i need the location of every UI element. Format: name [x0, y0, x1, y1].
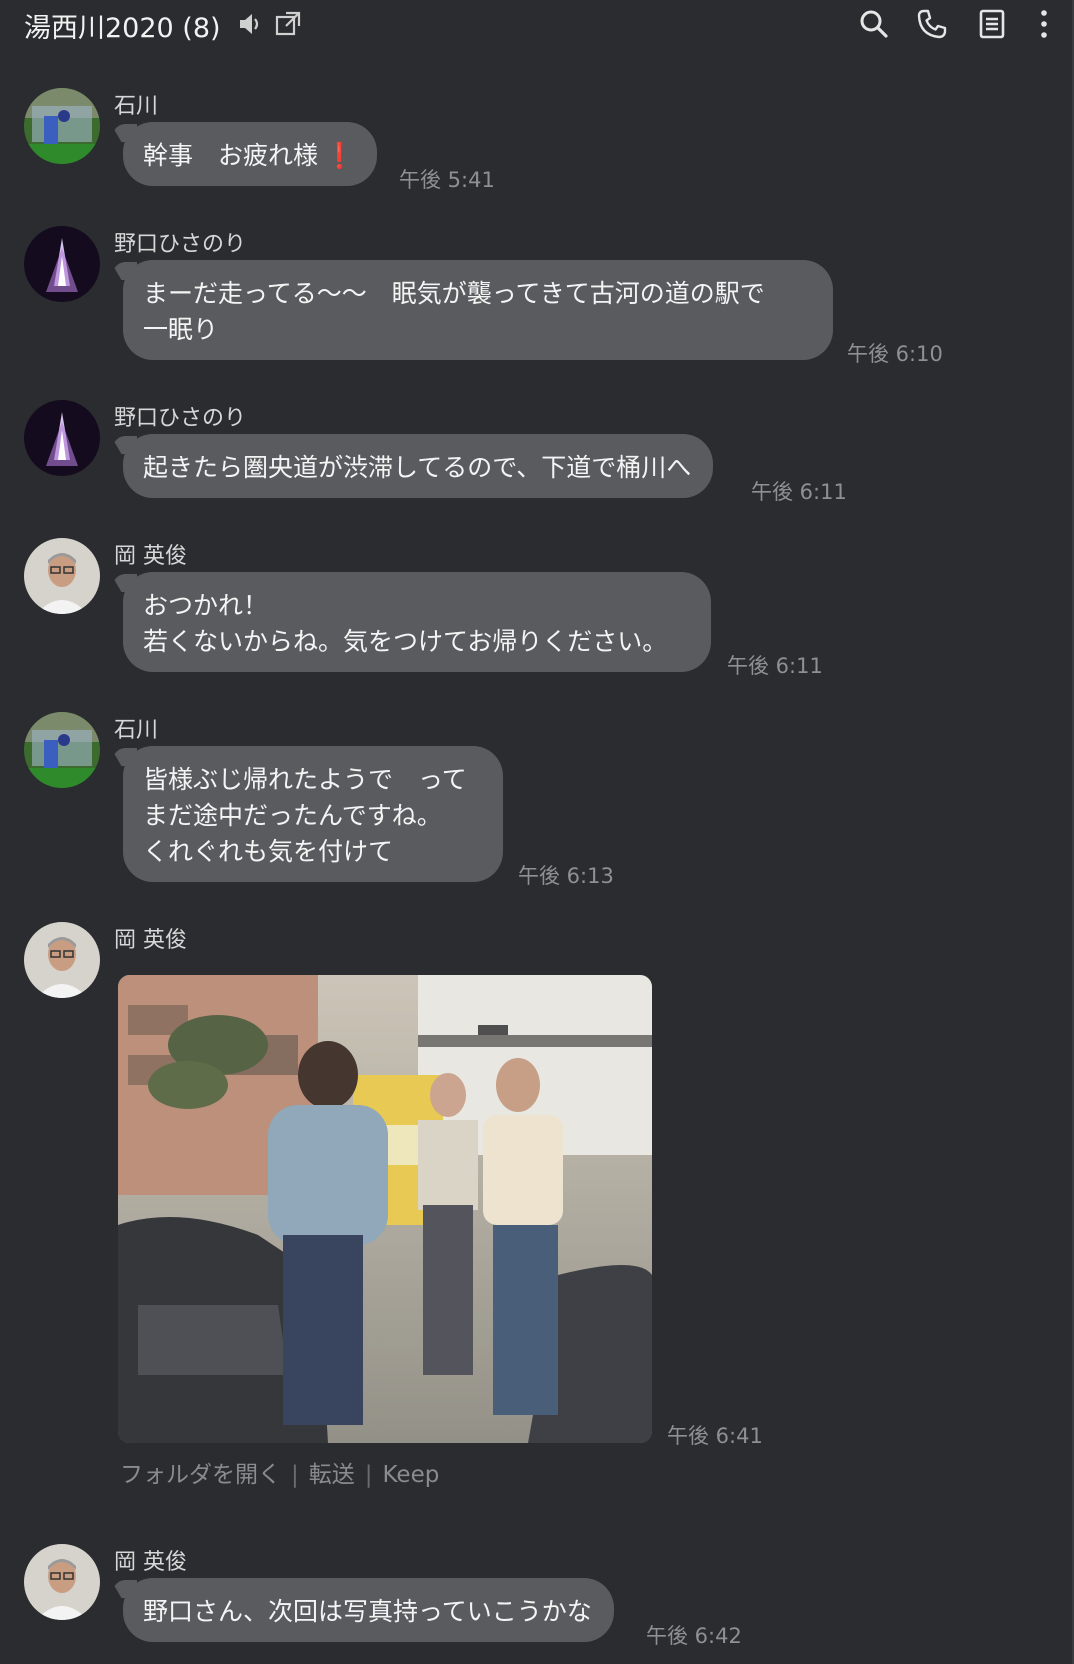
avatar-ishikawa[interactable]	[24, 88, 100, 164]
message-bubble[interactable]: まーだ走ってる〜〜 眠気が襲ってきて古河の道の駅で 一眠り	[123, 260, 833, 360]
separator: |	[291, 1462, 299, 1488]
message-text: 幹事 お疲れ様	[143, 141, 319, 170]
avatar-ishikawa[interactable]	[24, 712, 100, 788]
sender-name: 岡 英俊	[114, 1550, 187, 1575]
avatar-noguchi[interactable]	[24, 400, 100, 476]
phone-icon[interactable]	[916, 8, 948, 40]
chat-header: 湯西川2020 (8)	[0, 0, 1074, 48]
avatar-oka[interactable]	[24, 922, 100, 998]
sender-name: 岡 英俊	[114, 544, 187, 569]
external-window-icon[interactable]	[273, 9, 303, 39]
message-text: 皆様ぶじ帰れたようで って まだ途中だったんですね。 くれぐれも気を付けて	[143, 765, 467, 866]
message-text: 野口さん、次回は写真持っていこうかな	[143, 1597, 592, 1626]
sender-name: 野口ひさのり	[114, 406, 247, 431]
avatar-oka[interactable]	[24, 538, 100, 614]
message-bubble[interactable]: 幹事 お疲れ様 ❗	[123, 122, 378, 186]
separator: |	[364, 1462, 373, 1488]
message-timestamp: 午後 6:13	[518, 864, 614, 888]
message-timestamp: 午後 6:11	[751, 480, 847, 504]
message-timestamp: 午後 6:11	[727, 654, 823, 678]
avatar-noguchi[interactable]	[24, 226, 100, 302]
photo-actions: フォルダを開く | 転送 | Keep	[120, 1455, 439, 1489]
avatar-oka[interactable]	[24, 1544, 100, 1620]
message-bubble[interactable]: 野口さん、次回は写真持っていこうかな	[123, 1578, 614, 1642]
keep-link[interactable]: Keep	[383, 1462, 440, 1488]
shared-photo[interactable]	[118, 975, 652, 1443]
more-vertical-icon[interactable]	[1028, 8, 1060, 40]
message-timestamp: 午後 6:10	[847, 342, 943, 366]
sender-name: 岡 英俊	[114, 928, 187, 953]
message-text: 起きたら圏央道が渋滞してるので、下道で桶川へ	[143, 453, 692, 482]
message-text: まーだ走ってる〜〜 眠気が襲ってきて古河の道の駅で 一眠り	[143, 279, 765, 344]
message-bubble[interactable]: 皆様ぶじ帰れたようで って まだ途中だったんですね。 くれぐれも気を付けて	[123, 746, 503, 882]
chat-title: 湯西川2020 (8)	[24, 13, 221, 44]
sender-name: 石川	[114, 94, 159, 119]
message-timestamp: 午後 6:41	[667, 1424, 763, 1448]
open-folder-link[interactable]: フォルダを開く	[120, 1462, 281, 1488]
exclamation-emoji: ❗	[324, 141, 356, 170]
message-text: おつかれ！ 若くないからね。気をつけてお帰りください。	[143, 591, 668, 656]
message-timestamp: 午後 6:42	[646, 1624, 742, 1648]
message-bubble[interactable]: 起きたら圏央道が渋滞してるので、下道で桶川へ	[123, 434, 714, 498]
notes-icon[interactable]	[976, 8, 1008, 40]
sender-name: 野口ひさのり	[114, 232, 247, 257]
forward-link[interactable]: 転送	[309, 1462, 355, 1488]
sender-name: 石川	[114, 718, 159, 743]
speaker-icon[interactable]	[236, 9, 266, 39]
search-icon[interactable]	[858, 8, 890, 40]
message-bubble[interactable]: おつかれ！ 若くないからね。気をつけてお帰りください。	[123, 572, 711, 672]
message-timestamp: 午後 5:41	[399, 168, 495, 192]
